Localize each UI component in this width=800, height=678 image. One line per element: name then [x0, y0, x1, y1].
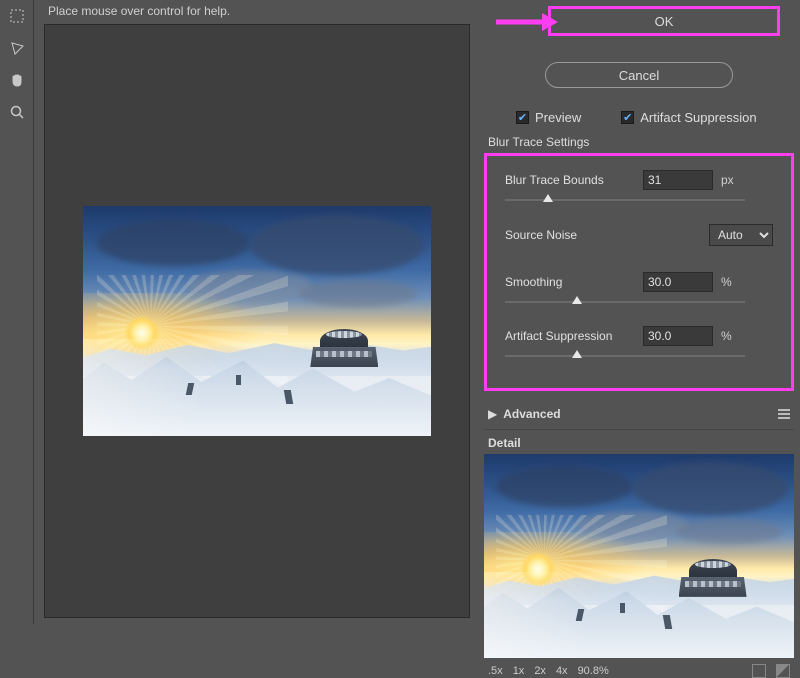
chevron-right-icon: ▶: [488, 407, 497, 421]
unit-pct: %: [721, 275, 741, 289]
help-text: Place mouse over control for help.: [48, 4, 230, 18]
smoothing-input[interactable]: [643, 272, 713, 292]
unit-px: px: [721, 173, 741, 187]
blur-trace-bounds-label: Blur Trace Bounds: [505, 173, 635, 187]
zoom-2x[interactable]: 2x: [534, 665, 546, 677]
blur-trace-section-label: Blur Trace Settings: [488, 135, 800, 149]
artifact-suppression-checkbox[interactable]: ✔ Artifact Suppression: [621, 110, 756, 125]
blur-trace-bounds-input[interactable]: [643, 170, 713, 190]
tool-sidebar: [0, 0, 34, 624]
artifact-suppression-slider[interactable]: [505, 350, 745, 364]
zoom-1x[interactable]: 1x: [513, 665, 525, 677]
advanced-label: Advanced: [503, 407, 560, 421]
zoom-tool-icon[interactable]: [5, 100, 29, 124]
cancel-button[interactable]: Cancel: [545, 62, 733, 88]
unit-pct: %: [721, 329, 741, 343]
advanced-section-toggle[interactable]: ▶ Advanced: [488, 407, 790, 421]
marquee-tool-icon[interactable]: [5, 4, 29, 28]
checkmark-icon: ✔: [516, 111, 529, 124]
ok-button[interactable]: OK: [548, 6, 780, 36]
panel-menu-icon[interactable]: [778, 409, 790, 419]
blur-trace-settings: Blur Trace Bounds px Source Noise Auto S…: [484, 153, 794, 391]
detail-section-label: Detail: [488, 436, 794, 450]
blur-trace-bounds-slider[interactable]: [505, 194, 745, 208]
smoothing-label: Smoothing: [505, 275, 635, 289]
hand-tool-icon[interactable]: [5, 68, 29, 92]
lasso-tool-icon[interactable]: [5, 36, 29, 60]
preview-canvas[interactable]: [44, 24, 470, 618]
source-noise-select[interactable]: Auto: [709, 224, 773, 246]
zoom-bar: .5x 1x 2x 4x 90.8%: [488, 664, 790, 678]
preview-checkbox-label: Preview: [535, 110, 581, 125]
detail-image[interactable]: [484, 454, 794, 658]
zoom-half[interactable]: .5x: [488, 665, 503, 677]
smoothing-slider[interactable]: [505, 296, 745, 310]
source-noise-label: Source Noise: [505, 228, 635, 242]
artifact-checkbox-label: Artifact Suppression: [640, 110, 756, 125]
undock-icon[interactable]: [752, 664, 766, 678]
zoom-4x[interactable]: 4x: [556, 665, 568, 677]
preview-image: [83, 206, 431, 436]
divider: [484, 429, 794, 430]
settings-panel: OK Cancel ✔ Preview ✔ Artifact Suppressi…: [478, 0, 800, 624]
preview-checkbox[interactable]: ✔ Preview: [516, 110, 581, 125]
checkmark-icon: ✔: [621, 111, 634, 124]
zoom-percent: 90.8%: [578, 665, 609, 677]
artifact-suppression-label: Artifact Suppression: [505, 329, 635, 343]
fit-icon[interactable]: [776, 664, 790, 678]
artifact-suppression-input[interactable]: [643, 326, 713, 346]
